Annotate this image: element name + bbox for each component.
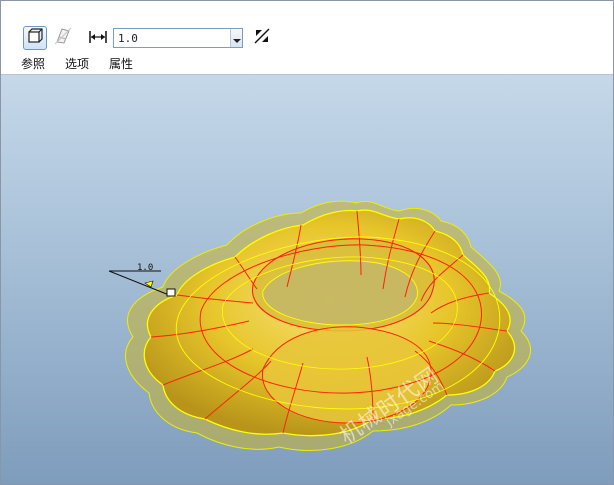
tab-properties[interactable]: 属性 xyxy=(109,56,133,72)
flip-direction-button[interactable] xyxy=(251,27,273,49)
dimension-arrows-icon xyxy=(88,29,108,48)
model-view xyxy=(108,200,531,451)
tab-options[interactable]: 选项 xyxy=(65,56,89,72)
thickness-dimension xyxy=(87,27,109,49)
quilt-surface-icon xyxy=(54,27,72,49)
solid-thicken-button[interactable] xyxy=(23,26,47,50)
dimension-value-label[interactable]: 1.0 xyxy=(137,263,153,273)
quilt-thicken-button[interactable] xyxy=(51,26,75,50)
app-window: 参照 选项 属性 xyxy=(0,0,614,485)
thickness-dropdown-button[interactable] xyxy=(230,29,242,47)
thickened-flower-model[interactable] xyxy=(125,200,531,451)
chevron-down-icon xyxy=(232,29,241,48)
dashboard-toolbar xyxy=(23,25,273,51)
flip-direction-icon xyxy=(252,26,272,50)
graphics-viewport[interactable]: 1.0 机械时代网 jxage.com xyxy=(1,75,613,484)
tab-references[interactable]: 参照 xyxy=(21,56,45,72)
thicken-dashboard: 参照 选项 属性 xyxy=(1,1,613,75)
thickness-value-input[interactable] xyxy=(114,29,230,47)
solid-surface-icon xyxy=(27,28,43,48)
thickness-combobox[interactable] xyxy=(113,28,243,48)
dashboard-tabs: 参照 选项 属性 xyxy=(21,56,153,72)
drag-handle[interactable] xyxy=(166,288,176,297)
